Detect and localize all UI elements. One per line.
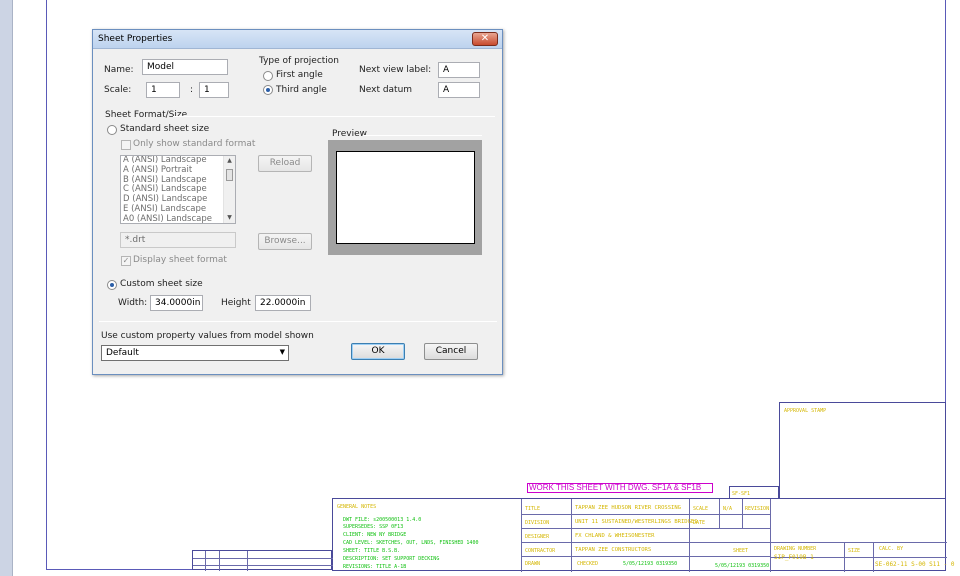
sheet-code: SIP_F019B 1 [774,554,814,561]
name-field[interactable]: Model [142,59,228,75]
title-key: TITLE [525,506,541,512]
custom-property-label: Use custom property values from model sh… [101,331,314,341]
standard-size-radio[interactable] [107,125,117,135]
title-value: UNIT 11 SUSTAINED/WESTERLINGS BRIDGES [575,519,698,525]
list-item[interactable]: A0 (ANSI) Landscape [121,214,235,223]
scale-denominator-field[interactable]: 1 [199,82,229,98]
size-label: SIZE [848,548,861,554]
sheet-format-group-label: Sheet Format/Size [105,110,188,120]
section-divider [99,321,497,322]
scale-label: Scale: [104,85,132,95]
notes-line: REVISIONS: TITLE A-1B [343,564,407,570]
custom-size-label[interactable]: Custom sheet size [120,279,203,289]
scroll-thumb[interactable] [226,169,233,181]
third-angle-label[interactable]: Third angle [276,85,327,95]
name-label: Name: [104,65,134,75]
preview-frame [328,140,482,255]
chevron-down-icon: ▼ [279,348,285,356]
next-view-label: Next view label: [359,65,432,75]
only-standard-checkbox[interactable] [121,140,131,150]
title-key: DESIGNER [525,534,550,540]
width-field[interactable]: 34.0000in [150,295,203,311]
list-scrollbar[interactable]: ▲ ▼ [223,156,235,223]
general-notes-label: GENERAL NOTES [337,504,377,510]
preview-label: Preview [332,129,368,139]
dialog-title: Sheet Properties [98,34,173,44]
calc-by-label: CALC. BY [879,546,904,552]
notes-line: SUPERSEDES: SSP 0F13 [343,524,404,530]
sf-cell: SF-SF1 [732,491,751,497]
approval-stamp-label: APPROVAL STAMP [784,408,827,414]
standard-size-label[interactable]: Standard sheet size [120,124,209,134]
left-panel-strip [0,0,13,576]
date-value-2: 5/05/12193 0319350 [715,563,770,569]
height-label: Height [221,298,251,308]
drawing-number-label: DRAWING NUMBER [774,546,817,552]
title-key: DIVISION [525,520,550,526]
notes-line: DWT FILE: s200500013 1.4.0 [343,517,422,523]
sheet-properties-dialog: Sheet Properties ✕ Name: Model Scale: 1 … [92,29,503,375]
date-value: 5/05/12193 0319350 [623,561,678,567]
scale-cell: SCALE [693,506,709,512]
sheet-size-list[interactable]: A (ANSI) Landscape A (ANSI) Portrait B (… [120,155,236,224]
projection-label: Type of projection [259,56,340,66]
model-config-value: Default [106,348,139,358]
custom-size-radio[interactable] [107,280,117,290]
only-standard-label: Only show standard format [133,139,256,149]
cancel-button[interactable]: Cancel [424,343,478,360]
close-icon: ✕ [480,33,490,44]
revision-strip [192,550,333,571]
notes-line: CLIENT: NEW NY BRIDGE [343,532,407,538]
scale-numerator-field[interactable]: 1 [146,82,180,98]
first-angle-label[interactable]: First angle [276,70,323,80]
title-value: FX CHLAND & WHEISONESTER [575,533,655,539]
scroll-up-icon[interactable]: ▲ [224,156,235,166]
revision-cell: REVISION [745,506,770,512]
third-angle-radio[interactable] [263,85,273,95]
preview-divider [363,135,482,136]
browse-button[interactable]: Browse... [258,233,312,250]
ok-button[interactable]: OK [351,343,405,360]
preview-page [336,151,475,244]
next-datum-label: Next datum [359,85,413,95]
sheet-cell: SHEET [733,548,749,554]
model-config-select[interactable]: Default ▼ [101,345,289,361]
notes-line: SHEET: TITLE B.S.B. [343,548,401,554]
group-divider [173,116,495,117]
next-datum-field[interactable]: A [438,82,480,98]
approval-stamp-box: APPROVAL STAMP [779,402,946,499]
title-key: CONTRACTOR [525,548,556,554]
date-cell: DATE [693,520,706,526]
first-angle-radio[interactable] [263,71,273,81]
scale-value: N/A [723,506,733,512]
display-sheet-format-checkbox[interactable]: ✓ [121,256,131,266]
drawing-note: WORK THIS SHEET WITH DWG. SF1A & SF1B [527,483,713,493]
dialog-titlebar[interactable]: Sheet Properties ✕ [93,30,502,49]
width-label: Width: [118,298,148,308]
title-key: CHECKED [577,561,599,567]
title-value: TAPPAN ZEE HUDSON RIVER CROSSING [575,505,681,511]
document-number: SE-062-11 S-00 S11 - 0 [875,561,955,568]
scroll-down-icon[interactable]: ▼ [224,213,235,223]
notes-line: CAD LEVEL: SKETCHES, OUT, LNDS, FINISHED… [343,540,479,546]
notes-line: DESCRIPTION: SET SUPPORT DECKING [343,556,440,562]
template-file-field[interactable]: *.drt [120,232,236,248]
next-view-field[interactable]: A [438,62,480,78]
close-button[interactable]: ✕ [472,32,498,46]
title-block: GENERAL NOTES DWT FILE: s200500013 1.4.0… [332,498,954,572]
reload-button[interactable]: Reload [258,155,312,172]
title-value: TAPPAN ZEE CONSTRUCTORS [575,547,652,553]
title-key: DRAWN [525,561,541,567]
display-sheet-format-label: Display sheet format [133,255,227,265]
height-field[interactable]: 22.0000in [255,295,311,311]
scale-separator: : [190,85,194,95]
